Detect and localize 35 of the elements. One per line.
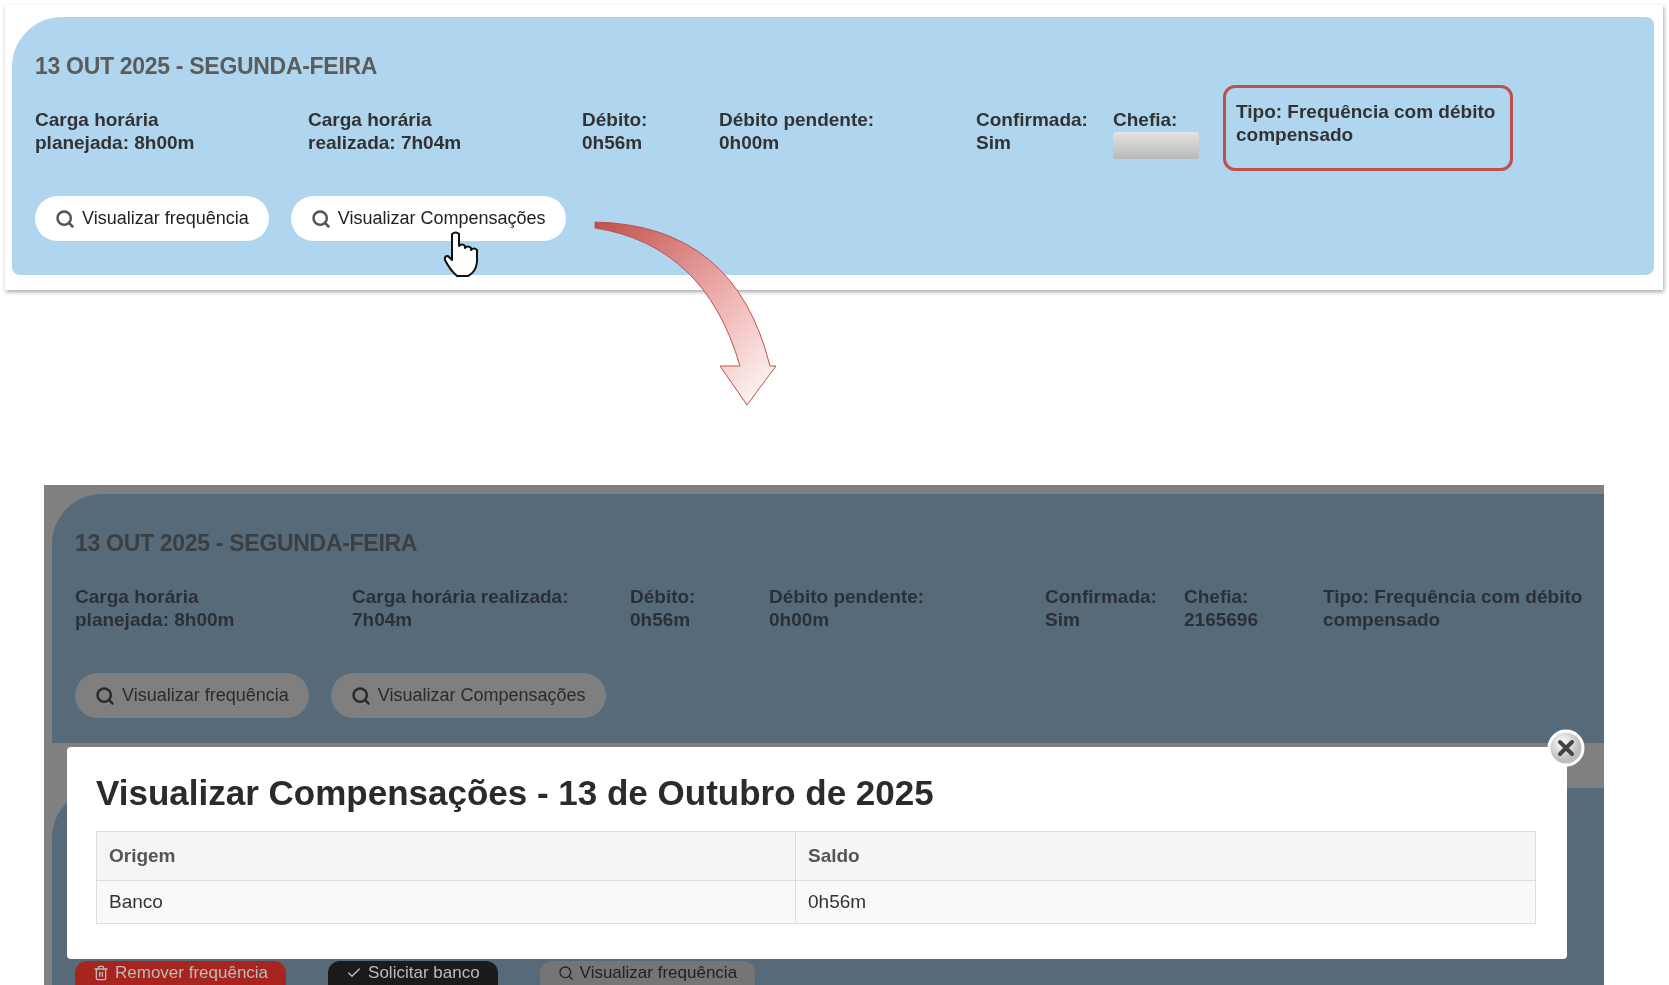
view-button[interactable]: Visualizar Compensações — [330, 673, 606, 718]
search-icon — [95, 685, 115, 706]
info-field: Confirmada: Sim — [1045, 585, 1184, 645]
table-cell: Banco — [96, 880, 796, 924]
info-field: Débito pendente: 0h00m — [719, 108, 976, 171]
modal-title: Visualizar Compensações - 13 de Outubro de 2025 — [96, 773, 935, 813]
info-field: Débito: 0h56m — [582, 108, 719, 171]
info-label: Chefia: — [1113, 108, 1179, 131]
day-title: 13 OUT 2025 - SEGUNDA-FEIRA — [35, 53, 379, 80]
column-header: Origem — [96, 831, 796, 881]
pointer-hand-icon — [443, 231, 478, 277]
close-icon[interactable] — [1546, 728, 1586, 768]
info-field: Tipo: Frequência com débito compensado — [1223, 85, 1513, 171]
search-icon — [310, 208, 331, 229]
info-field: Carga horária realizada: 7h04m — [352, 585, 630, 645]
action-button[interactable]: Solicitar banco — [328, 961, 498, 985]
search-icon — [557, 965, 574, 981]
info-field: Carga horária planejada: 8h00m — [35, 108, 308, 171]
info-field: Confirmada: Sim — [976, 108, 1113, 171]
view-button[interactable]: Visualizar Compensações — [290, 196, 566, 241]
view-button[interactable]: Visualizar frequência — [75, 673, 309, 718]
info-field: Carga horária planejada: 8h00m — [75, 585, 352, 645]
action-button[interactable]: Remover frequência — [75, 961, 287, 985]
search-icon — [350, 685, 371, 706]
info-field: Débito pendente: 0h00m — [769, 585, 1045, 645]
trash-icon — [93, 965, 109, 981]
info-field: Tipo: Frequência com débito compensado — [1323, 585, 1583, 645]
info-field: Débito: 0h56m — [630, 585, 769, 645]
column-header: Saldo — [795, 831, 1536, 881]
info-field: Carga horária realizada: 7h04m — [308, 108, 582, 171]
action-button[interactable]: Visualizar frequência — [539, 961, 756, 985]
info-field: Chefia: 2165696 — [1184, 585, 1323, 645]
view-button[interactable]: Visualizar frequência — [35, 196, 269, 241]
search-icon — [55, 208, 75, 229]
table-cell: 0h56m — [795, 880, 1536, 924]
